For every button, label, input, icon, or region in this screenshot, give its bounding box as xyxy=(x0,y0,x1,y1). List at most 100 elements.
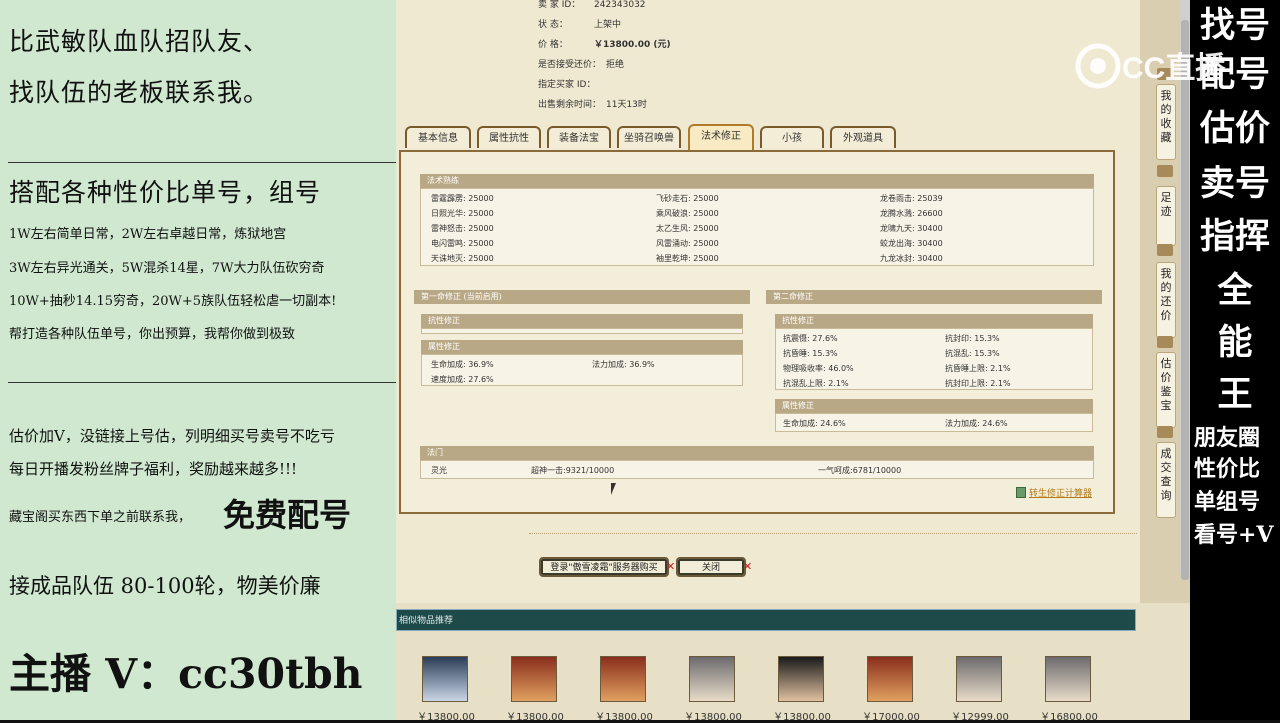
calculator-icon xyxy=(1016,487,1026,498)
streamer-ad-panel: 比武敏队血队招队友、 找队伍的老板联系我。 搭配各种性价比单号，组号 1W左右简… xyxy=(0,0,396,720)
seller-id-row: 卖 家 ID： 242343032 xyxy=(538,0,646,10)
character-avatar xyxy=(689,656,735,702)
status-row: 状 态： 上架中 xyxy=(538,20,622,30)
side-decoration xyxy=(1157,336,1173,348)
cc-live-watermark: CC直播 xyxy=(1072,40,1242,92)
second-attr-header: 属性修正 xyxy=(775,399,1093,413)
side-btn-deals[interactable]: 成交查询 xyxy=(1156,442,1176,518)
side-btn-appraisal[interactable]: 估价鉴宝 xyxy=(1156,352,1176,428)
second-mod-header: 第二命修正 xyxy=(766,290,1102,304)
recommend-item[interactable]: ￥13800.00 xyxy=(595,656,653,723)
streamer-contact: 主播 V：cc30tbh xyxy=(9,650,363,698)
cc-logo-icon: CC直播 xyxy=(1075,43,1226,89)
spell-cell: 天诛地灭: 25000 xyxy=(431,254,494,263)
recommend-item[interactable]: ￥13800.00 xyxy=(684,656,742,723)
login-buy-button[interactable]: 登录"傲雪凌霜"服务器购买 xyxy=(539,557,669,577)
spell-cell: 龙卷雨击: 25039 xyxy=(880,194,943,203)
tab-mounts-pets[interactable]: 坐骑召唤兽 xyxy=(617,126,681,148)
rebirth-calc-link[interactable]: 转生修正计算器 xyxy=(1029,486,1092,499)
time-row: 出售剩余时间： 11天13时 xyxy=(538,100,647,110)
ad-line-2: 找队伍的老板联系我。 xyxy=(9,78,270,107)
second-resist-header: 抗性修正 xyxy=(775,314,1093,328)
spell-cell: 雷霆霹雳: 25000 xyxy=(431,194,494,203)
close-x-icon: ✕ xyxy=(743,560,753,573)
ad-line-4: 1W左右简单日常，2W左右卓越日常，炼狱地宫 xyxy=(9,227,287,242)
tab-spell-mod[interactable]: 法术修正 xyxy=(688,124,754,150)
spell-cell: 袖里乾坤: 25000 xyxy=(656,254,719,263)
first-attr-header: 属性修正 xyxy=(421,340,743,354)
spell-cell: 九龙冰封: 30400 xyxy=(880,254,943,263)
side-decoration xyxy=(1157,244,1173,256)
recommend-item[interactable]: ￥12999.00 xyxy=(951,656,1009,723)
spell-cell: 风雷涌动: 25000 xyxy=(656,239,719,248)
service-note: 看号+V xyxy=(1194,522,1274,548)
ad-line-11: 接成品队伍 80-100轮，物美价廉 xyxy=(9,574,321,598)
character-avatar xyxy=(511,656,557,702)
resist-cell: 抗混乱: 15.3% xyxy=(945,349,1000,358)
resist-cell: 抗昏睡: 15.3% xyxy=(783,349,838,358)
side-btn-history[interactable]: 足迹 xyxy=(1156,186,1176,246)
famen-cell: 超神一击:9321/10000 xyxy=(531,466,615,475)
character-avatar xyxy=(778,656,824,702)
attr-cell: 生命加成: 24.6% xyxy=(783,419,846,428)
spell-cell: 雷神怒击: 25000 xyxy=(431,224,494,233)
spell-cell: 蛟龙出海: 30400 xyxy=(880,239,943,248)
attr-cell: 法力加成: 24.6% xyxy=(945,419,1008,428)
character-avatar xyxy=(867,656,913,702)
first-mod-header: 第一命修正 (当前启用) xyxy=(414,290,750,304)
trade-window: 卖 家 ID： 242343032 状 态： 上架中 价 格： ￥13800.00 (… xyxy=(396,0,1190,723)
character-avatar xyxy=(600,656,646,702)
tab-attributes[interactable]: 属性抗性 xyxy=(477,126,541,148)
famen-header: 法门 xyxy=(420,446,1094,460)
attr-cell: 法力加成: 36.9% xyxy=(592,360,655,369)
spell-cell: 飞砂走石: 25000 xyxy=(656,194,719,203)
close-x-icon: ✕ xyxy=(666,560,676,573)
divider xyxy=(8,162,396,163)
cc-logo-text: CC直播 xyxy=(1122,52,1226,85)
side-btn-favorites[interactable]: 我的收藏 xyxy=(1156,84,1176,160)
spell-cell: 乘风破浪: 25000 xyxy=(656,209,719,218)
spell-mod-panel: 法术熟练 雷霆霹雳: 25000 日照光华: 25000 雷神怒击: 25000… xyxy=(399,150,1115,514)
spell-cell: 太乙生风: 25000 xyxy=(656,224,719,233)
mouse-cursor-icon xyxy=(611,483,616,495)
similar-items-header: 相似物品推荐 xyxy=(396,609,1136,631)
recommend-item[interactable]: ￥17000.00 xyxy=(862,656,920,723)
resist-cell: 抗封印: 15.3% xyxy=(945,334,1000,343)
side-decoration xyxy=(1157,426,1173,438)
character-avatar xyxy=(956,656,1002,702)
tab-appearance[interactable]: 外观道具 xyxy=(830,126,896,148)
spell-mastery-header: 法术熟练 xyxy=(420,174,1094,188)
recommend-item[interactable]: ￥16800.00 xyxy=(1040,656,1098,723)
side-btn-my-bargains[interactable]: 我的还价 xyxy=(1156,262,1176,338)
divider xyxy=(529,533,1137,534)
recommend-item[interactable]: ￥13800.00 xyxy=(506,656,564,723)
similar-items-row: ￥13800.00 ￥13800.00 ￥13800.00 ￥13800.00 … xyxy=(396,631,1140,723)
attr-cell: 速度加成: 27.6% xyxy=(431,375,494,384)
resist-cell: 抗混乱上限: 2.1% xyxy=(783,379,849,388)
tab-child[interactable]: 小孩 xyxy=(760,126,824,148)
spell-cell: 电闪雷鸣: 25000 xyxy=(431,239,494,248)
recommend-item[interactable]: ￥13800.00 xyxy=(773,656,831,723)
close-button[interactable]: 关闭 xyxy=(676,557,746,577)
first-resist-header: 抗性修正 xyxy=(421,314,743,328)
recommend-item[interactable]: ￥13800.00 xyxy=(417,656,475,723)
spell-cell: 龙啸九天: 30400 xyxy=(880,224,943,233)
ad-line-8: 估价加V，没链接上号估，列明细买号卖号不吃亏 xyxy=(9,427,335,445)
price-row: 价 格： ￥13800.00 (元) xyxy=(538,40,671,50)
tab-equipment[interactable]: 装备法宝 xyxy=(547,126,611,148)
tab-basic-info[interactable]: 基本信息 xyxy=(405,126,471,148)
service-line: 王 xyxy=(1217,374,1253,415)
ad-line-3: 搭配各种性价比单号，组号 xyxy=(9,178,322,207)
service-line: 指挥 xyxy=(1199,216,1270,257)
character-avatar xyxy=(1045,656,1091,702)
spell-mastery-box: 雷霆霹雳: 25000 日照光华: 25000 雷神怒击: 25000 电闪雷鸣… xyxy=(420,188,1094,266)
resist-cell: 抗昏睡上限: 2.1% xyxy=(945,364,1011,373)
item-detail-area: 卖 家 ID： 242343032 状 态： 上架中 价 格： ￥13800.00 (… xyxy=(396,0,1140,603)
scrollbar-thumb[interactable] xyxy=(1181,20,1189,580)
resist-cell: 抗震慑: 27.6% xyxy=(783,334,838,343)
ad-line-5: 3W左右异光通关，5W混杀14星，7W大力队伍砍穷奇 xyxy=(9,261,325,276)
second-resist-box: 抗震慑: 27.6% 抗封印: 15.3% 抗昏睡: 15.3% 抗混乱: 15… xyxy=(775,328,1093,390)
famen-cell: 一气呵成:6781/10000 xyxy=(818,466,902,475)
second-attr-box: 生命加成: 24.6% 法力加成: 24.6% xyxy=(775,413,1093,432)
ad-line-10a: 藏宝阁买东西下单之前联系我， xyxy=(9,510,192,525)
